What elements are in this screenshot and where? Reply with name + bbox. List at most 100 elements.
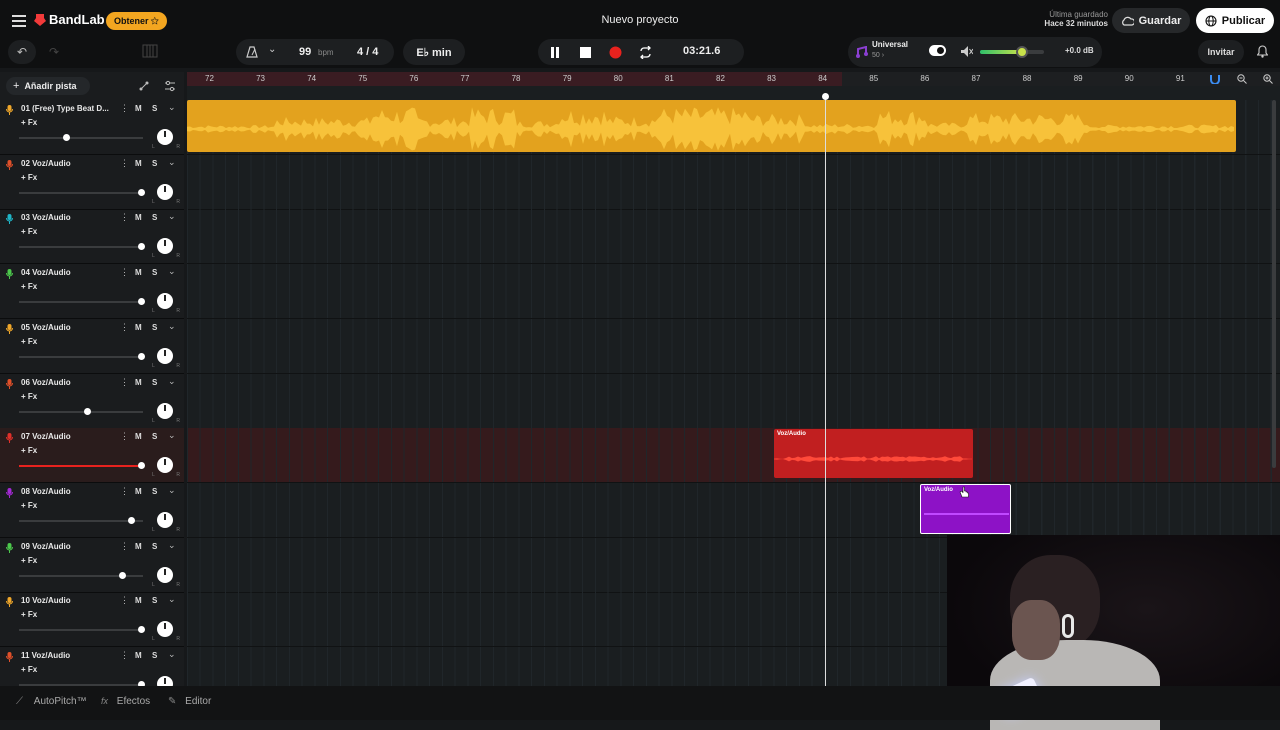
more-options-icon[interactable]: ⋮ <box>120 158 129 169</box>
master-volume-slider[interactable] <box>980 46 1044 58</box>
chevron-down-icon[interactable]: ⌄ <box>168 594 176 605</box>
track-volume-knob[interactable] <box>127 516 135 524</box>
add-fx-button[interactable]: + Fx <box>21 227 37 236</box>
track-lane[interactable] <box>187 428 1280 484</box>
chevron-down-icon[interactable]: ⌄ <box>168 157 176 168</box>
add-fx-button[interactable]: + Fx <box>21 556 37 565</box>
pan-knob[interactable] <box>157 621 173 638</box>
vocal-clip-purple[interactable]: Voz/Audio <box>920 484 1011 534</box>
stop-icon[interactable] <box>580 47 591 58</box>
track-volume-knob[interactable] <box>137 298 145 306</box>
track-volume-knob[interactable] <box>137 462 145 470</box>
mute-button[interactable]: M <box>135 487 142 496</box>
add-fx-button[interactable]: + Fx <box>21 118 37 127</box>
mute-button[interactable]: M <box>135 378 142 387</box>
track-volume-knob[interactable] <box>137 188 145 196</box>
chevron-down-icon[interactable]: ⌄ <box>168 485 176 496</box>
chevron-down-icon[interactable]: ⌄ <box>168 211 176 222</box>
more-options-icon[interactable]: ⋮ <box>120 322 129 333</box>
editor-button[interactable]: ✎ Editor <box>168 696 211 707</box>
add-fx-button[interactable]: + Fx <box>21 501 37 510</box>
chevron-down-icon[interactable]: ⌄ <box>168 102 176 113</box>
track-header[interactable]: 08 Voz/Audio + Fx ⋮ M S ⌄ L R <box>0 483 184 538</box>
chevron-down-icon[interactable]: ⌄ <box>168 649 176 660</box>
add-fx-button[interactable]: + Fx <box>21 173 37 182</box>
key-selector[interactable]: E♭ min <box>403 39 465 65</box>
master-volume-knob[interactable] <box>1015 46 1028 58</box>
track-name[interactable]: 01 (Free) Type Beat D... <box>21 104 109 113</box>
track-header[interactable]: 11 Voz/Audio+ Fx⋮MS⌄LR <box>0 647 184 686</box>
master-preset-name[interactable]: Universal <box>872 40 908 49</box>
mute-button[interactable]: M <box>135 213 142 222</box>
pan-knob[interactable] <box>157 238 173 255</box>
solo-button[interactable]: S <box>152 542 157 551</box>
master-toggle[interactable] <box>929 45 946 56</box>
track-header[interactable]: 02 Voz/Audio + Fx ⋮ M S ⌄ L R <box>0 155 184 210</box>
track-name[interactable]: 11 Voz/Audio <box>21 651 70 660</box>
track-volume-slider[interactable] <box>19 243 145 251</box>
solo-button[interactable]: S <box>152 104 157 113</box>
track-volume-slider[interactable] <box>19 407 143 415</box>
pan-knob[interactable] <box>157 566 173 583</box>
chevron-down-icon[interactable]: ⌄ <box>168 540 176 551</box>
track-header[interactable]: 01 (Free) Type Beat D... + Fx ⋮ M S ⌄ L R <box>0 100 184 155</box>
track-lane[interactable] <box>187 154 1280 210</box>
add-track-button[interactable]: + Añadir pista <box>6 77 90 95</box>
more-options-icon[interactable]: ⋮ <box>120 212 129 223</box>
solo-button[interactable]: S <box>152 268 157 277</box>
track-volume-slider[interactable] <box>19 516 143 524</box>
project-title[interactable]: Nuevo proyecto <box>560 14 720 26</box>
undo-icon[interactable]: ↶ <box>8 40 36 64</box>
playhead[interactable] <box>825 94 826 686</box>
zoom-out-icon[interactable] <box>1237 74 1247 84</box>
more-options-icon[interactable]: ⋮ <box>120 103 129 114</box>
beat-clip[interactable] <box>187 100 1236 152</box>
track-header[interactable]: 06 Voz/Audio + Fx ⋮ M S ⌄ L R <box>0 374 184 429</box>
speaker-mute-icon[interactable] <box>961 46 973 57</box>
snap-magnet-icon[interactable] <box>1210 74 1220 84</box>
chevron-down-icon[interactable]: ⌄ <box>168 430 176 441</box>
add-fx-button[interactable]: + Fx <box>21 610 37 619</box>
mute-button[interactable]: M <box>135 542 142 551</box>
mute-button[interactable]: M <box>135 651 142 660</box>
solo-button[interactable]: S <box>152 432 157 441</box>
track-volume-slider[interactable] <box>19 298 145 306</box>
pan-knob[interactable] <box>157 457 173 474</box>
track-header[interactable]: 10 Voz/Audio + Fx ⋮ M S ⌄ L R <box>0 592 184 648</box>
track-name[interactable]: 02 Voz/Audio <box>21 159 71 168</box>
add-fx-button[interactable]: + Fx <box>21 392 37 401</box>
mute-button[interactable]: M <box>135 104 142 113</box>
bandlab-logo[interactable]: BandLab <box>34 12 105 27</box>
record-icon[interactable] <box>609 46 622 59</box>
mastering-icon[interactable] <box>856 46 868 58</box>
more-options-icon[interactable]: ⋮ <box>120 541 129 552</box>
track-volume-knob[interactable] <box>137 243 145 251</box>
track-name[interactable]: 06 Voz/Audio <box>21 378 71 387</box>
track-lane[interactable] <box>187 318 1280 374</box>
vertical-scrollbar[interactable] <box>1272 100 1276 468</box>
pan-knob[interactable] <box>157 129 173 145</box>
track-volume-knob[interactable] <box>137 626 145 634</box>
track-lane[interactable] <box>187 264 1280 320</box>
menu-icon[interactable] <box>12 14 26 27</box>
track-volume-slider[interactable] <box>19 188 145 196</box>
chevron-down-icon[interactable]: ⌄ <box>168 266 176 277</box>
track-name[interactable]: 05 Voz/Audio <box>21 323 71 332</box>
track-volume-slider[interactable] <box>19 134 143 141</box>
more-options-icon[interactable]: ⋮ <box>120 431 129 442</box>
zoom-in-icon[interactable] <box>1263 74 1273 84</box>
more-options-icon[interactable]: ⋮ <box>120 595 129 606</box>
mute-button[interactable]: M <box>135 596 142 605</box>
pan-knob[interactable] <box>157 183 173 200</box>
track-volume-knob[interactable] <box>84 407 92 415</box>
pan-knob[interactable] <box>157 293 173 310</box>
save-button[interactable]: Guardar <box>1112 8 1190 33</box>
mute-button[interactable]: M <box>135 159 142 168</box>
track-header[interactable]: 07 Voz/Audio + Fx ⋮ M S ⌄ L R <box>0 428 184 484</box>
add-fx-button[interactable]: + Fx <box>21 665 37 674</box>
track-name[interactable]: 03 Voz/Audio <box>21 213 71 222</box>
track-lane[interactable] <box>187 209 1280 265</box>
autopitch-button[interactable]: ⟋ AutoPitch™ <box>16 696 87 707</box>
obtain-button[interactable]: Obtener ✩ <box>106 12 167 30</box>
invite-button[interactable]: Invitar <box>1198 40 1244 64</box>
